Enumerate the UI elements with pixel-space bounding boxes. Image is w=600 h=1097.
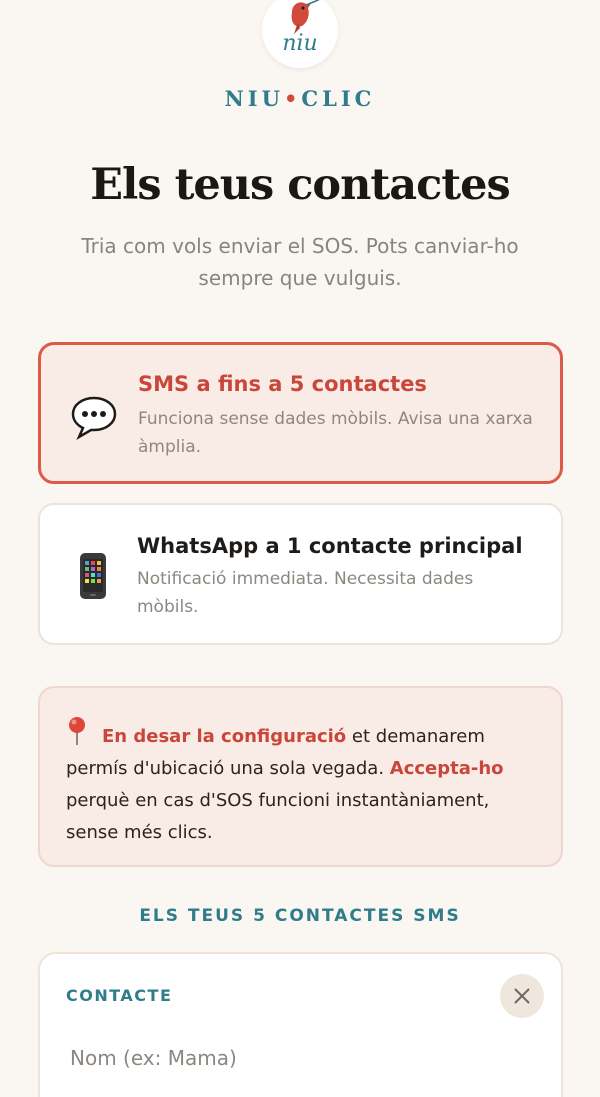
speech-bubble-icon — [71, 396, 117, 441]
brand-name-right: CLIC — [301, 86, 376, 111]
option-whatsapp-title: WhatsApp a 1 contacte principal — [137, 534, 523, 558]
remove-contact-button[interactable] — [500, 974, 544, 1018]
bird-logo-icon: niu — [282, 0, 320, 56]
option-sms-description: Funciona sense dades mòbils. Avisa una x… — [138, 409, 533, 457]
option-sms[interactable]: SMS a fins a 5 contactes Funciona sense … — [38, 342, 563, 484]
notice-highlight-accept: Accepta-ho — [389, 758, 504, 779]
notice-highlight-save: En desar la configuració — [102, 726, 347, 747]
contact-name-input[interactable] — [70, 1040, 530, 1076]
notice-text-2: perquè en cas d'SOS funcioni instantània… — [66, 790, 490, 843]
page-subtitle: Tria com vols enviar el SOS. Pots canvia… — [81, 234, 519, 290]
svg-text:niu: niu — [282, 31, 317, 56]
contact-label: CONTACTE — [66, 986, 173, 1005]
contacts-section-title: ELS TEUS 5 CONTACTES SMS — [139, 906, 461, 926]
mobile-phone-icon — [80, 553, 106, 599]
location-pin-icon — [69, 717, 85, 745]
option-whatsapp[interactable]: WhatsApp a 1 contacte principal Notifica… — [38, 503, 563, 645]
brand-logo: niu — [262, 0, 338, 68]
brand-name-left: NIU — [224, 86, 284, 111]
contact-card: CONTACTE — [38, 952, 563, 1097]
page-title: Els teus contactes — [90, 160, 510, 210]
brand-name: NIU•CLIC — [0, 86, 600, 111]
brand-separator: • — [283, 86, 302, 111]
close-icon — [514, 988, 530, 1004]
option-whatsapp-description: Notificació immediata. Necessita dades m… — [137, 569, 474, 617]
option-sms-title: SMS a fins a 5 contactes — [138, 372, 427, 396]
location-permission-notice: En desar la configuració et demanarem pe… — [38, 686, 563, 867]
